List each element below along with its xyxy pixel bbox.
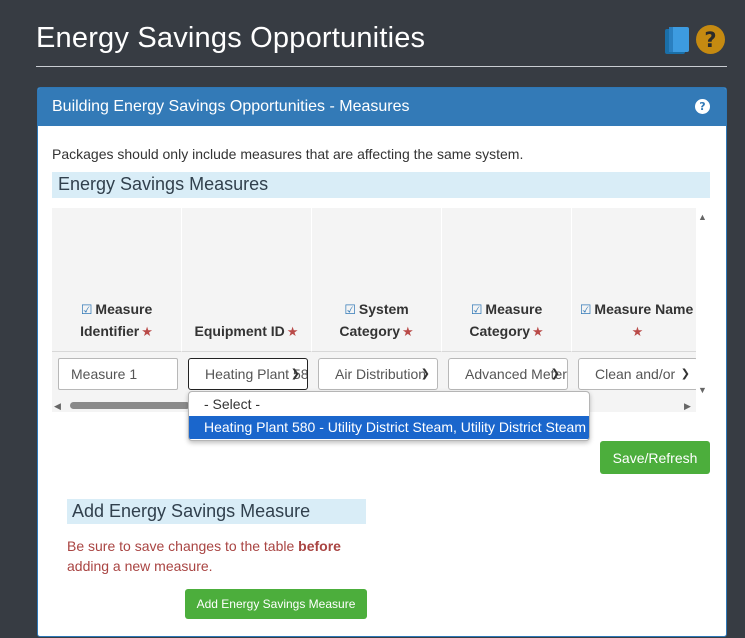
required-star-icon: ★ — [532, 325, 544, 340]
scroll-left-arrow-icon[interactable]: ◀ — [54, 401, 61, 412]
column-header-measure-name[interactable]: ☑ Measure Name ★ — [572, 208, 696, 352]
select-value: Clean and/or — [595, 366, 676, 382]
chevron-down-icon: ❯ — [420, 367, 430, 380]
save-warning-text: Be sure to save changes to the table bef… — [67, 538, 341, 574]
intro-text: Packages should only include measures th… — [52, 146, 524, 162]
checkbox-icon[interactable]: ☑ — [344, 303, 356, 318]
panel-help-icon[interactable]: ? — [695, 99, 710, 114]
horizontal-scrollbar[interactable] — [70, 402, 190, 409]
chevron-down-icon: ❯ — [680, 367, 690, 380]
chevron-down-icon: ❯ — [550, 367, 560, 380]
page-title: Energy Savings Opportunities — [36, 22, 426, 54]
panel-title: Building Energy Savings Opportunities - … — [52, 98, 410, 115]
dropdown-option-select[interactable]: - Select - — [189, 393, 589, 416]
required-star-icon: ★ — [402, 325, 414, 340]
checkbox-icon[interactable]: ☑ — [81, 303, 93, 318]
section-heading-add-measure: Add Energy Savings Measure — [67, 499, 366, 524]
section-heading-measures: Energy Savings Measures — [52, 172, 710, 198]
title-divider — [36, 66, 727, 67]
measure-name-select[interactable]: Clean and/or ❯ — [578, 358, 696, 390]
column-header-equipment-id[interactable]: Equipment ID ★ — [182, 208, 312, 352]
column-label: Equipment ID — [194, 323, 285, 339]
column-label: Measure — [95, 301, 153, 317]
required-star-icon: ★ — [141, 325, 153, 340]
save-refresh-button[interactable]: Save/Refresh — [600, 441, 710, 474]
scroll-up-arrow-icon[interactable]: ▲ — [698, 212, 707, 222]
chevron-down-icon: ❯ — [290, 367, 300, 380]
column-header-measure-category[interactable]: ☑ Measure Category ★ — [442, 208, 572, 352]
scroll-right-arrow-icon[interactable]: ▶ — [684, 401, 691, 412]
measures-panel: Building Energy Savings Opportunities - … — [37, 87, 727, 637]
scroll-down-arrow-icon[interactable]: ▼ — [698, 385, 707, 395]
system-category-select[interactable]: Air Distribution ❯ — [318, 358, 438, 390]
required-star-icon: ★ — [286, 325, 299, 340]
measure-category-select[interactable]: Advanced Metering ❯ — [448, 358, 568, 390]
column-header-system-category[interactable]: ☑ System Category ★ — [312, 208, 442, 352]
equipment-id-select[interactable]: Heating Plant 580 - Utility District Ste… — [188, 358, 308, 390]
help-icon[interactable]: ? — [696, 25, 725, 54]
checkbox-icon[interactable]: ☑ — [471, 303, 483, 318]
add-energy-savings-measure-button[interactable]: Add Energy Savings Measure — [185, 589, 367, 619]
required-star-icon: ★ — [631, 325, 644, 340]
panel-header: Building Energy Savings Opportunities - … — [38, 88, 726, 126]
equipment-id-dropdown-list: - Select - Heating Plant 580 - Utility D… — [188, 391, 590, 441]
measures-table: ☑ Measure Identifier ★ Equipment ID ★ ☑ Syste… — [52, 208, 696, 412]
select-value: Air Distribution — [335, 366, 427, 382]
dropdown-option-heating-plant[interactable]: Heating Plant 580 - Utility District Ste… — [189, 416, 589, 439]
checkbox-icon[interactable]: ☑ — [580, 303, 592, 318]
book-icon[interactable] — [662, 25, 692, 55]
column-header-measure-identifier[interactable]: ☑ Measure Identifier ★ — [52, 208, 182, 352]
measure-identifier-input[interactable]: Measure 1 — [58, 358, 178, 390]
